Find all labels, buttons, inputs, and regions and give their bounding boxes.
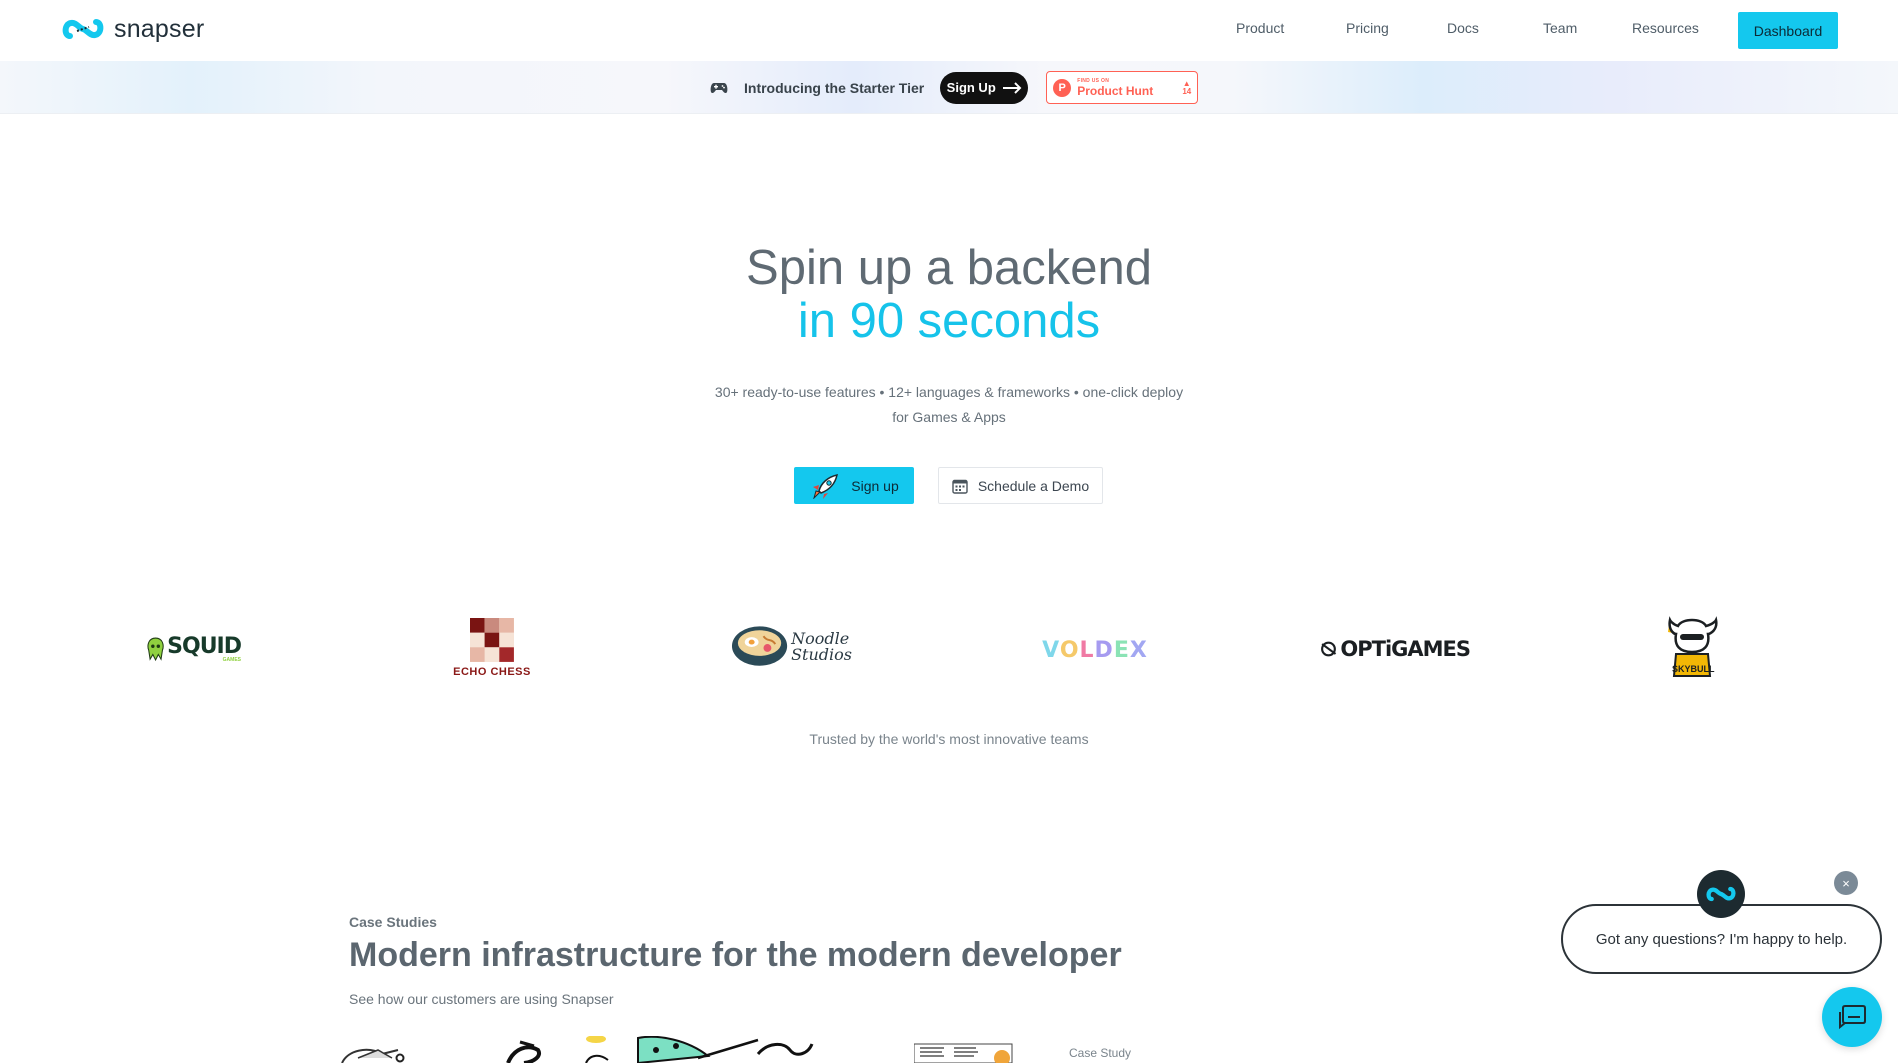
logo-noodle-studios: Noodle Studios xyxy=(730,624,852,670)
squid-mascot-icon xyxy=(147,637,164,662)
chat-avatar xyxy=(1697,870,1745,918)
voldex-text: VOLDEX xyxy=(1042,637,1148,663)
product-hunt-name: Product Hunt xyxy=(1077,83,1154,98)
case-study-label: Case Study xyxy=(1069,1046,1132,1060)
hero-cta-row: Sign up Schedule a Demo xyxy=(794,467,1103,504)
nav-link-pricing[interactable]: Pricing xyxy=(1346,20,1389,36)
logo-optigames: OPTiGAMES xyxy=(1320,633,1471,665)
schedule-demo-label: Schedule a Demo xyxy=(977,477,1090,494)
noodle-wordmark: Noodle Studios xyxy=(791,631,852,663)
nav-link-resources[interactable]: Resources xyxy=(1632,20,1699,36)
logo-echo-chess: ECHO CHESS xyxy=(452,617,532,679)
echo-chess-text: ECHO CHESS xyxy=(453,666,531,678)
hero-title-line1: Spin up a backend xyxy=(746,241,1152,295)
vote-count: 14 xyxy=(1182,86,1192,96)
case-study-art-icon xyxy=(341,1036,814,1063)
brand-name: snapser xyxy=(114,14,205,43)
dashboard-button[interactable]: Dashboard xyxy=(1738,12,1838,49)
squid-wordmark: SQUID GAMES xyxy=(167,633,242,663)
skybull-text: SKYBULL xyxy=(1672,664,1715,674)
nav-link-docs[interactable]: Docs xyxy=(1447,20,1479,36)
chat-close-button[interactable]: × xyxy=(1834,871,1858,895)
banner-text: Introducing the Starter Tier xyxy=(744,79,925,96)
logo-squid-games: SQUID GAMES xyxy=(146,626,242,672)
nav-link-product[interactable]: Product xyxy=(1236,20,1284,36)
noodle-bowl-icon xyxy=(731,626,788,666)
hero-signup-button[interactable]: Sign up xyxy=(794,467,914,504)
snapser-logo-icon xyxy=(62,19,104,39)
brand-logo[interactable]: snapser xyxy=(62,14,204,44)
case-study-illustration[interactable] xyxy=(338,1036,838,1063)
optigames-text: OPTiGAMES xyxy=(1340,637,1471,661)
hero-subtitle-line2: for Games & Apps xyxy=(892,409,1006,425)
close-icon: × xyxy=(1842,875,1850,891)
squid-small-text: GAMES xyxy=(222,656,241,663)
banner-signup-button[interactable]: Sign Up xyxy=(940,71,1029,104)
rocket-icon xyxy=(813,473,839,499)
case-studies-title: Modern infrastructure for the modern dev… xyxy=(349,936,1122,974)
case-study-thumbnail[interactable] xyxy=(914,1042,1014,1063)
banner-content: Introducing the Starter Tier Sign Up P F… xyxy=(710,71,1199,104)
chess-board-icon xyxy=(470,618,514,662)
product-hunt-small: FIND US ON xyxy=(1077,77,1110,84)
product-hunt-badge[interactable]: P FIND US ON Product Hunt ▲ 14 xyxy=(1046,71,1199,104)
snapser-avatar-icon xyxy=(1706,886,1736,902)
chat-icon xyxy=(1839,1005,1866,1030)
banner-signup-label: Sign Up xyxy=(946,80,996,95)
logo-voldex: VOLDEX xyxy=(1040,635,1150,665)
top-nav: snapser Product Pricing Docs Team Resour… xyxy=(0,0,1898,61)
gamepad-icon xyxy=(710,82,728,93)
arrow-right-icon xyxy=(1002,81,1022,94)
hero-signup-label: Sign up xyxy=(851,477,899,494)
calendar-icon xyxy=(952,479,968,494)
hero-subtitle: 30+ ready-to-use features • 12+ language… xyxy=(0,380,1898,430)
product-hunt-votes: ▲ 14 xyxy=(1182,79,1192,96)
squid-text: SQUID xyxy=(167,633,242,659)
case-studies-subtitle: See how our customers are using Snapser xyxy=(349,991,614,1007)
trusted-by-text: Trusted by the world's most innovative t… xyxy=(809,731,1089,747)
chat-prompt-text: Got any questions? I'm happy to help. xyxy=(1595,930,1848,948)
product-hunt-text: FIND US ON Product Hunt xyxy=(1077,77,1154,98)
announcement-banner: Introducing the Starter Tier Sign Up P F… xyxy=(0,61,1898,114)
chat-launcher-button[interactable] xyxy=(1822,987,1882,1047)
menu-document-icon xyxy=(914,1043,1013,1063)
hero-subtitle-line1: 30+ ready-to-use features • 12+ language… xyxy=(714,384,1184,400)
studios-text: Studios xyxy=(791,645,852,664)
optigames-emblem-icon xyxy=(1321,641,1337,657)
case-studies-kicker: Case Studies xyxy=(349,914,437,930)
product-hunt-icon: P xyxy=(1053,78,1072,97)
schedule-demo-button[interactable]: Schedule a Demo xyxy=(938,467,1103,504)
hero-title-line2: in 90 seconds xyxy=(797,294,1101,348)
nav-link-team[interactable]: Team xyxy=(1543,20,1577,36)
